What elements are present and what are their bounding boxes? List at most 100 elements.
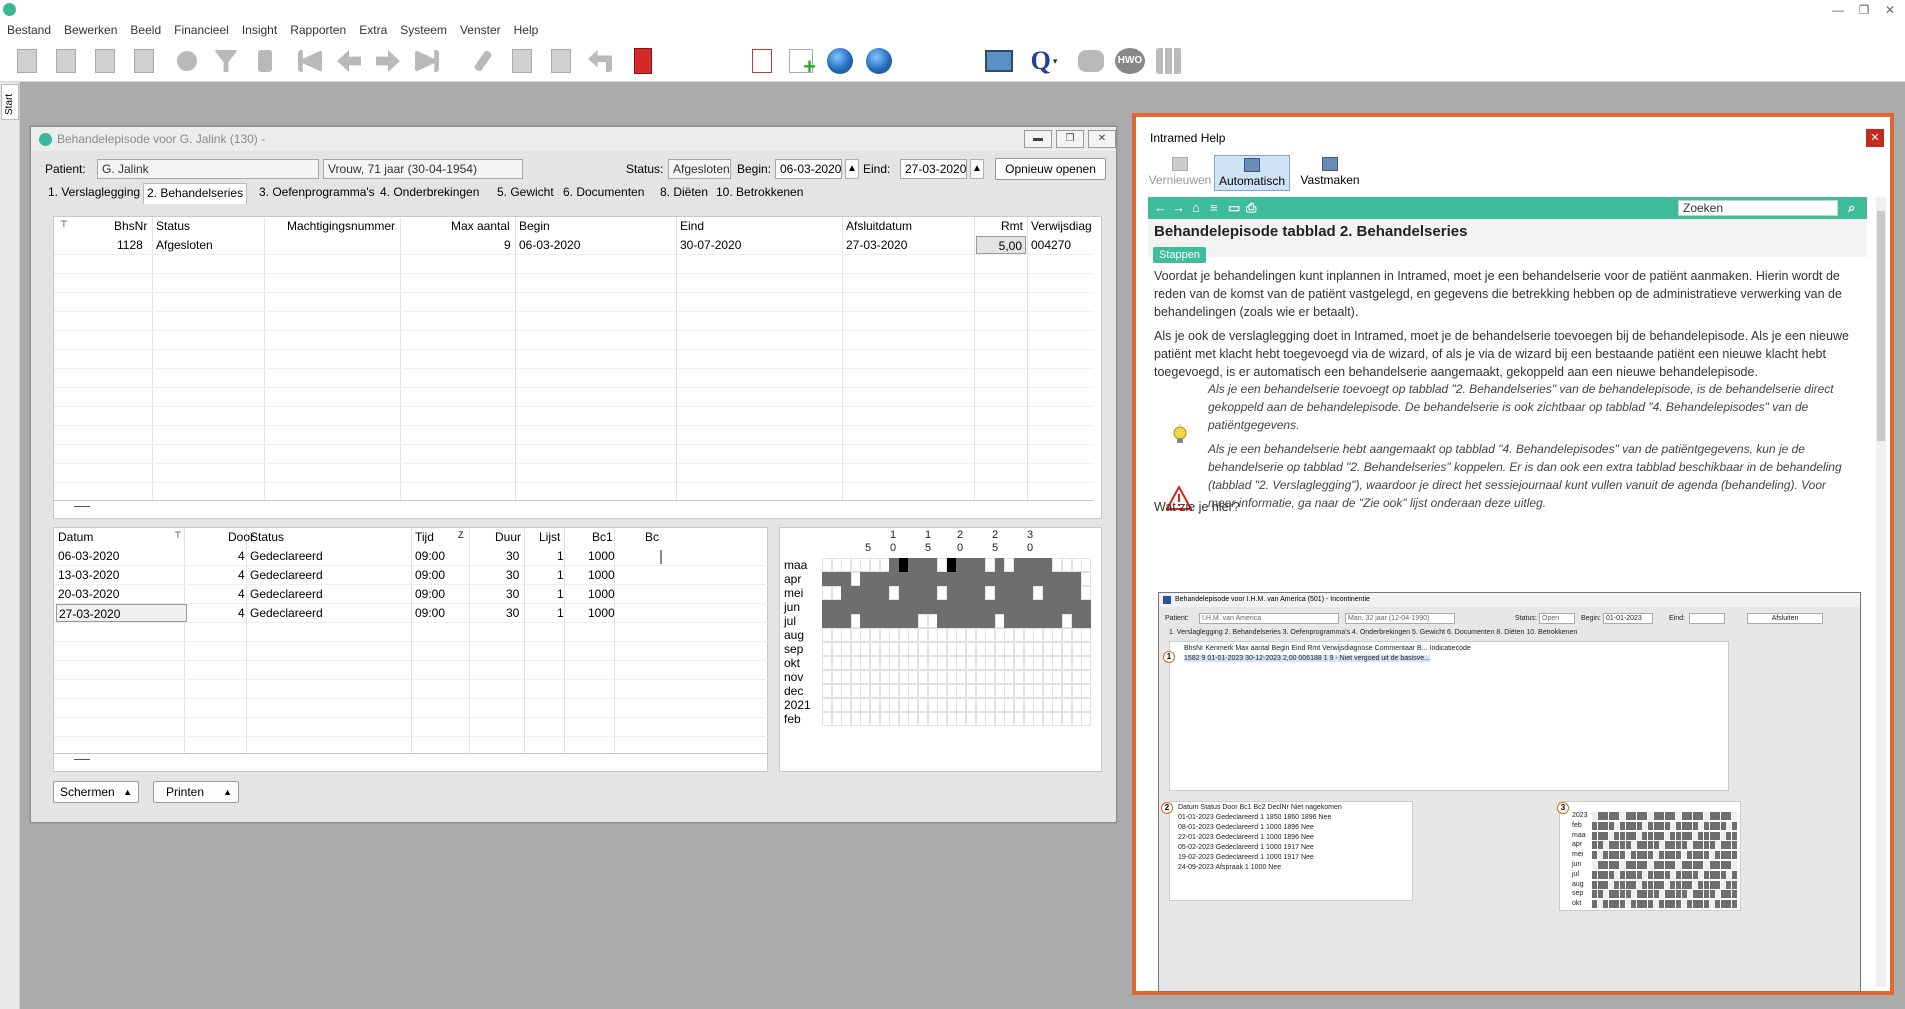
- calendar-day-cell[interactable]: [918, 684, 928, 698]
- calendar-day-cell[interactable]: [870, 712, 880, 726]
- filter-icon[interactable]: ⊤: [60, 217, 68, 235]
- calendar-day-cell[interactable]: [1052, 670, 1063, 684]
- calendar-day-cell[interactable]: [1004, 642, 1015, 656]
- calendar-row[interactable]: [822, 670, 1092, 684]
- calendar-day-cell[interactable]: [841, 586, 852, 600]
- calendar-day-cell[interactable]: [937, 712, 948, 726]
- calendar-day-cell[interactable]: [1023, 642, 1034, 656]
- calendar-day-cell[interactable]: [1014, 656, 1024, 670]
- calendar-day-cell[interactable]: [831, 656, 842, 670]
- calendar-day-cell[interactable]: [1062, 698, 1072, 712]
- calendar-day-cell[interactable]: [879, 572, 890, 586]
- calendar-day-cell[interactable]: [1004, 656, 1015, 670]
- calendar-day-cell[interactable]: [946, 628, 957, 642]
- first-record-icon[interactable]: [295, 46, 325, 76]
- calendar-day-cell[interactable]: [937, 628, 948, 642]
- calendar-day-cell[interactable]: [1081, 698, 1092, 712]
- calendar-day-cell[interactable]: [1014, 684, 1024, 698]
- calendar-day-cell[interactable]: [966, 628, 976, 642]
- calendar-day-cell[interactable]: [975, 642, 986, 656]
- tab-behandelseries[interactable]: 2. Behandelseries: [143, 183, 248, 204]
- calendar-row[interactable]: [822, 614, 1092, 628]
- calendar-day-cell[interactable]: [1052, 572, 1063, 586]
- delete-document-icon[interactable]: [129, 46, 159, 76]
- tab-gewicht[interactable]: 5. Gewicht: [494, 183, 557, 203]
- calendar-day-cell[interactable]: [879, 586, 890, 600]
- calendar-day-cell[interactable]: [946, 642, 957, 656]
- calendar-day-cell[interactable]: [1081, 572, 1092, 586]
- calendar-day-cell[interactable]: [1033, 558, 1044, 572]
- calendar-day-cell[interactable]: [1081, 642, 1092, 656]
- calendar-day-cell[interactable]: [994, 628, 1005, 642]
- window-restore-icon[interactable]: ❐: [1056, 130, 1084, 148]
- search-icon[interactable]: ⌕: [1848, 200, 1855, 216]
- calendar-day-cell[interactable]: [927, 642, 938, 656]
- calendar-day-cell[interactable]: [918, 628, 928, 642]
- col-bc1[interactable]: Bc1: [592, 528, 613, 546]
- calendar-day-cell[interactable]: [946, 656, 957, 670]
- start-tab[interactable]: Start: [1, 84, 19, 120]
- calendar-day-cell[interactable]: [1042, 656, 1053, 670]
- calendar-day-cell[interactable]: [1004, 558, 1015, 572]
- calendar-day-cell[interactable]: [918, 614, 928, 628]
- calendar-day-cell[interactable]: [946, 600, 957, 614]
- calendar-day-cell[interactable]: [937, 656, 948, 670]
- calendar-day-cell[interactable]: [1081, 670, 1092, 684]
- calendar-day-cell[interactable]: [860, 600, 871, 614]
- calendar-day-cell[interactable]: [985, 628, 996, 642]
- calendar-day-cell[interactable]: [937, 684, 948, 698]
- calendar-day-cell[interactable]: [850, 684, 861, 698]
- calendar-day-cell[interactable]: [1014, 628, 1024, 642]
- calendar-day-cell[interactable]: [1004, 712, 1015, 726]
- calendar-day-cell[interactable]: [841, 698, 852, 712]
- calendar-day-cell[interactable]: [994, 656, 1005, 670]
- edit-document-icon[interactable]: [51, 46, 81, 76]
- calendar-day-cell[interactable]: [937, 572, 948, 586]
- calendar-day-cell[interactable]: [908, 614, 919, 628]
- calendar-day-cell[interactable]: [831, 558, 842, 572]
- calendar-day-cell[interactable]: [889, 600, 900, 614]
- globe-notification-icon[interactable]: [825, 46, 855, 76]
- col-verwijsdiag[interactable]: Verwijsdiag: [1031, 217, 1092, 235]
- calendar-day-cell[interactable]: [898, 572, 909, 586]
- calendar-day-cell[interactable]: [889, 712, 900, 726]
- calendar-day-cell[interactable]: [1004, 572, 1015, 586]
- calendar-day-cell[interactable]: [1071, 684, 1082, 698]
- calendar-day-cell[interactable]: [831, 572, 842, 586]
- calendar-day-cell[interactable]: [1081, 600, 1092, 614]
- calendar-day-cell[interactable]: [918, 656, 928, 670]
- calendar-day-cell[interactable]: [1004, 600, 1015, 614]
- calendar-day-cell[interactable]: [831, 712, 842, 726]
- calendar-day-cell[interactable]: [1023, 712, 1034, 726]
- calendar-day-cell[interactable]: [1052, 656, 1063, 670]
- calendar-day-cell[interactable]: [1071, 656, 1082, 670]
- calendar-day-cell[interactable]: [860, 698, 871, 712]
- new-document-icon[interactable]: [12, 46, 42, 76]
- calendar-day-cell[interactable]: [937, 642, 948, 656]
- calendar-day-cell[interactable]: [975, 600, 986, 614]
- calendar-day-cell[interactable]: [927, 684, 938, 698]
- calendar-row[interactable]: [822, 642, 1092, 656]
- col-max-aantal[interactable]: Max aantal: [451, 217, 510, 235]
- calendar-day-cell[interactable]: [889, 572, 900, 586]
- calendar-day-cell[interactable]: [879, 614, 890, 628]
- calendar-day-cell[interactable]: [918, 698, 928, 712]
- calendar-day-cell[interactable]: [860, 628, 871, 642]
- menu-venster[interactable]: Venster: [453, 20, 507, 37]
- calendar-day-cell[interactable]: [956, 586, 967, 600]
- eind-date-field[interactable]: 27-03-2020: [900, 159, 967, 179]
- tab-oefenprogrammas[interactable]: 3. Oefenprogramma's: [256, 183, 378, 203]
- calendar-day-cell[interactable]: [975, 684, 986, 698]
- calendar-day-cell[interactable]: [898, 558, 909, 572]
- calendar-day-cell[interactable]: [1033, 586, 1044, 600]
- schermen-button[interactable]: Schermen ▲: [53, 781, 139, 803]
- printen-button[interactable]: Printen ▲: [153, 781, 239, 803]
- calendar-day-cell[interactable]: [985, 656, 996, 670]
- calendar-day-cell[interactable]: [1071, 558, 1082, 572]
- calendar-day-cell[interactable]: [1014, 642, 1024, 656]
- print-icon[interactable]: ⎙: [1246, 200, 1256, 216]
- calendar-day-cell[interactable]: [850, 558, 861, 572]
- calendar-day-cell[interactable]: [1033, 670, 1044, 684]
- calendar-day-cell[interactable]: [937, 698, 948, 712]
- col-tijd[interactable]: Tijd: [415, 528, 434, 546]
